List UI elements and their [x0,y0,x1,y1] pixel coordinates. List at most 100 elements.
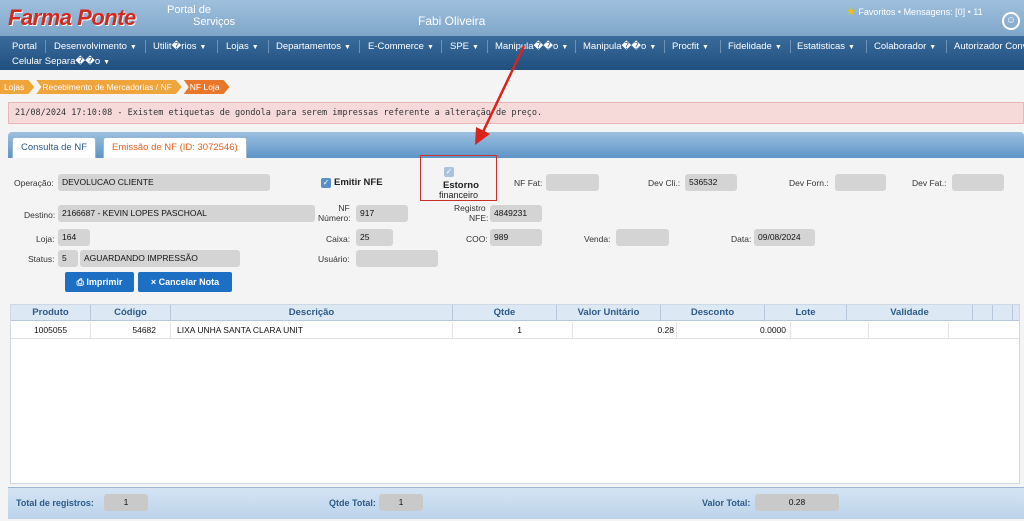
menu-label: Fidelidade [728,41,772,52]
main-menu: Portal Desenvolvimento ▼ Utilit�rios ▼ Loj… [0,36,1024,70]
messages-link[interactable]: Mensagens: [0] [904,7,966,17]
breadcrumb-item-lojas[interactable]: Lojas [0,80,34,94]
menu-label: Colaborador [874,41,927,52]
caixa-label: Caixa: [326,234,351,244]
menu-item-utilitarios[interactable]: Utilit�rios ▼ [153,40,206,54]
menu-label: Celular Separa��o [12,56,101,67]
caret-down-icon: ▼ [929,44,937,51]
printer-icon: ⎙ [76,277,84,287]
tab-consulta-nf[interactable]: Consulta de NF [12,137,97,158]
menu-item-manipulacao-2[interactable]: Manipula��o ▼ [583,40,656,54]
dev-forn-field[interactable] [835,174,886,191]
dev-cli-field[interactable]: 536532 [685,174,737,191]
registro-nfe-label-1: Registro [454,203,486,213]
menu-item-fidelidade[interactable]: Fidelidade ▼ [728,40,782,54]
registro-nfe-label-2: NFE: [469,213,489,223]
dev-cli-label: Dev Cli.: [648,178,681,188]
menu-item-procfit[interactable]: Procfit ▼ [672,40,709,54]
menu-label: Departamentos [276,41,341,52]
cell-qtde: 1 [453,322,573,338]
tab-emissao-nf[interactable]: Emissão de NF (ID: 3072546) [103,137,247,158]
items-grid: Produto Código Descrição Qtde Valor Unit… [10,304,1020,484]
col-header-produto[interactable]: Produto [11,305,91,321]
caret-down-icon: ▼ [472,44,479,51]
col-header-valor-unitario[interactable]: Valor Unitário [557,305,661,321]
extra-count[interactable]: 11 [973,7,982,17]
menu-divider [145,40,146,53]
col-header-validade[interactable]: Validade [847,305,973,321]
user-avatar-icon[interactable]: ☺ [1002,12,1020,30]
table-row[interactable]: 1005055 54682 LIXA UNHA SANTA CLARA UNIT… [11,322,1019,339]
menu-item-desenvolvimento[interactable]: Desenvolvimento ▼ [54,40,137,54]
col-header-desconto[interactable]: Desconto [661,305,765,321]
venda-label: Venda: [584,234,611,244]
venda-field[interactable] [616,229,669,246]
menu-label: Manipula��o [495,41,559,52]
menu-divider [45,40,46,53]
caret-down-icon: ▼ [848,44,855,51]
menu-label: SPE [450,41,470,52]
menu-item-estatisticas[interactable]: Estatisticas ▼ [797,40,855,54]
nf-fat-field[interactable] [546,174,599,191]
destino-field[interactable]: 2166687 - KEVIN LOPES PASCHOAL [58,205,315,222]
menu-item-manipulacao-1[interactable]: Manipula��o ▼ [495,40,568,54]
col-header-descricao[interactable]: Descrição [171,305,453,321]
menu-item-departamentos[interactable]: Departamentos ▼ [276,40,351,54]
coo-field[interactable]: 989 [490,229,542,246]
loja-field[interactable]: 164 [58,229,90,246]
menu-item-celular-separacao[interactable]: Celular Separa��o ▼ [12,55,110,69]
menu-item-ecommerce[interactable]: E-Commerce ▼ [368,40,434,54]
imprimir-button[interactable]: ⎙ Imprimir [65,272,134,292]
status-field[interactable]: AGUARDANDO IMPRESSÃO [80,250,240,267]
data-field[interactable]: 09/08/2024 [754,229,815,246]
menu-divider [217,40,218,53]
nf-numero-field[interactable]: 917 [356,205,408,222]
menu-item-autorizador[interactable]: Autorizador Conv [954,40,1024,54]
cell-lote [791,322,869,338]
cancelar-label: Cancelar Nota [158,277,220,287]
qtde-total-value: 1 [379,494,423,511]
status-code-field[interactable]: 5 [58,250,78,267]
menu-label: Estatisticas [797,41,846,52]
menu-divider [487,40,488,53]
cancelar-nota-button[interactable]: × Cancelar Nota [138,272,232,292]
registro-nfe-field[interactable]: 4849231 [490,205,542,222]
menu-label: Manipula��o [583,41,647,52]
menu-item-portal[interactable]: Portal [12,40,37,54]
menu-divider [359,40,360,53]
menu-label: Desenvolvimento [54,41,127,52]
menu-item-lojas[interactable]: Lojas ▼ [226,40,259,54]
menu-divider [790,40,791,53]
menu-divider [866,40,867,53]
menu-item-colaborador[interactable]: Colaborador ▼ [874,40,936,54]
dev-fat-field[interactable] [952,174,1004,191]
brand-logo[interactable]: Farma Ponte [8,5,136,31]
caret-down-icon: ▼ [343,44,351,51]
usuario-field[interactable] [356,250,438,267]
caret-down-icon: ▼ [649,44,657,51]
usuario-label: Usuário: [318,254,350,264]
caret-down-icon: ▼ [701,44,709,51]
caixa-field[interactable]: 25 [356,229,393,246]
favorites-messages-bar: ★ Favoritos • Mensagens: [0] • 11 [846,6,983,18]
favorites-link[interactable]: Favoritos [858,7,895,17]
caret-down-icon: ▼ [199,44,207,51]
col-header-qtde[interactable]: Qtde [453,305,557,321]
nf-form: Operação: DEVOLUCAO CLIENTE ✓ Emitir NFE… [8,158,1024,300]
alert-message: 21/08/2024 17:10:08 - Existem etiquetas … [8,102,1024,124]
close-icon: × [150,277,157,287]
col-header-lote[interactable]: Lote [765,305,847,321]
loja-label: Loja: [36,234,55,244]
emitir-nfe-checkbox[interactable]: ✓ [321,178,331,188]
breadcrumb-item-nf-loja[interactable]: NF Loja [184,80,230,94]
operacao-field[interactable]: DEVOLUCAO CLIENTE [58,174,270,191]
breadcrumb-item-recebimento[interactable]: Recebimento de Mercadorias / NF [36,80,181,94]
col-header-codigo[interactable]: Código [91,305,171,321]
menu-item-spe[interactable]: SPE ▼ [450,40,479,54]
total-registros-label: Total de registros: [16,498,94,508]
status-label: Status: [28,254,55,264]
app-header: Farma Ponte Portal de Serviços Fabi Oliv… [0,0,1024,36]
data-label: Data: [731,234,752,244]
menu-label: Utilit�rios [153,41,197,52]
portal-title-line1: Portal de [167,4,212,16]
